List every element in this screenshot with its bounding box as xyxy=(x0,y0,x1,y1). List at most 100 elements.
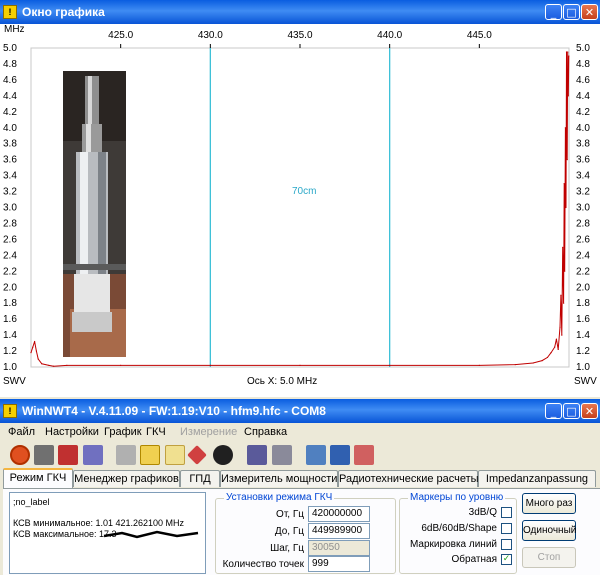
y-tick-label-right: 2.6 xyxy=(576,234,590,245)
y-tick-label-right: 3.2 xyxy=(576,187,590,198)
marker-6db-checkbox[interactable] xyxy=(501,523,512,534)
menu-measurement[interactable]: Измерение xyxy=(180,426,237,438)
swr-point xyxy=(32,346,34,348)
memo-line-swr-min: КСВ минимальное: 1.01 421.262100 MHz xyxy=(13,518,185,528)
from-hz-input[interactable]: 420000000 xyxy=(308,506,370,522)
swr-point xyxy=(562,246,564,248)
points-input[interactable]: 999 xyxy=(308,556,370,572)
y-tick-label-left: 2.0 xyxy=(3,282,17,293)
main-window-titlebar[interactable]: ! WinNWT4 - V.4.11.09 - FW:1.19:V10 - hf… xyxy=(0,399,600,423)
swr-point xyxy=(563,182,565,185)
save-icon[interactable] xyxy=(330,445,350,465)
results-memo[interactable]: ;no_label КСВ минимальное: 1.01 421.2621… xyxy=(9,492,206,574)
y-tick-label-right: 1.4 xyxy=(576,330,590,341)
menu-help[interactable]: Справка xyxy=(244,426,287,438)
envelope-icon[interactable] xyxy=(140,445,160,465)
y-tick-label-right: 4.6 xyxy=(576,75,590,86)
app-icon: ! xyxy=(3,404,17,418)
swr-point xyxy=(48,364,50,367)
tab-power-meter[interactable]: Измеритель мощности xyxy=(220,470,338,487)
y-tick-label-left: 2.8 xyxy=(3,218,17,229)
y-tick-label-right: 2.8 xyxy=(576,218,590,229)
left-axis-name: SWV xyxy=(3,376,26,387)
clear-icon[interactable] xyxy=(354,445,374,465)
probe-icon[interactable] xyxy=(187,445,207,465)
chart-a-icon[interactable] xyxy=(247,445,267,465)
minimize-button[interactable]: _ xyxy=(545,403,562,419)
swr-point xyxy=(559,326,561,328)
menu-bar: Файл Настройки График ГКЧ Измерение Спра… xyxy=(0,424,600,442)
redacted-scribble xyxy=(103,530,199,539)
main-window-title: WinNWT4 - V.4.11.09 - FW:1.19:V10 - hfm9… xyxy=(22,404,326,418)
minimize-icon: _ xyxy=(550,6,557,19)
close-icon: ✕ xyxy=(584,6,595,19)
printer-color-icon[interactable] xyxy=(58,445,78,465)
tab-sweep-mode[interactable]: Режим ГКЧ xyxy=(3,468,73,488)
y-tick-label-left: 4.4 xyxy=(3,91,17,102)
marker-3db-checkbox[interactable] xyxy=(501,507,512,518)
swr-chart[interactable]: 425.0 430.0 435.0 440.0 445.0 5.0 4.8 4.6 4.4 4.… xyxy=(0,24,600,397)
y-tick-label-right: 3.8 xyxy=(576,139,590,150)
line-marking-checkbox[interactable] xyxy=(501,539,512,550)
swr-point xyxy=(35,350,37,352)
app-icon: ! xyxy=(3,5,17,19)
printer-icon[interactable] xyxy=(34,445,54,465)
y-tick-label-right: 2.4 xyxy=(576,250,590,261)
y-tick-label-left: 3.4 xyxy=(3,171,17,182)
y-tick-label-right: 3.4 xyxy=(576,171,590,182)
right-axis-name: SWV xyxy=(574,376,597,387)
single-sweep-button[interactable]: Одиночный xyxy=(522,520,576,541)
swr-point xyxy=(565,51,568,53)
swr-point xyxy=(555,338,558,340)
swr-point xyxy=(299,364,301,367)
checkmark-icon: ✓ xyxy=(502,554,511,564)
to-hz-input[interactable]: 449989900 xyxy=(308,523,370,539)
y-tick-label-left: 1.8 xyxy=(3,298,17,309)
swr-point xyxy=(567,95,569,97)
tab-rf-calculations[interactable]: Радиотехнические расчеты xyxy=(338,470,479,487)
swr-point xyxy=(561,334,563,336)
menu-settings[interactable]: Настройки xyxy=(45,426,99,438)
open-icon[interactable] xyxy=(306,445,326,465)
tab-impedance-matching[interactable]: Impedanzanpassung xyxy=(478,470,596,487)
minimize-button[interactable]: _ xyxy=(545,4,562,20)
step-hz-input[interactable]: 30050 xyxy=(308,540,370,556)
maximize-button[interactable]: □ xyxy=(563,4,580,20)
stop-button[interactable]: Стоп xyxy=(522,547,576,568)
close-button[interactable]: ✕ xyxy=(581,403,598,419)
x-tick-label: 430.0 xyxy=(198,30,223,41)
x-tick-label: 440.0 xyxy=(377,30,402,41)
from-label: От, Гц xyxy=(276,509,304,520)
swr-point xyxy=(565,206,567,209)
menu-file[interactable]: Файл xyxy=(8,426,35,438)
chart-b-icon[interactable] xyxy=(272,445,292,465)
line-marking-label: Маркировка линий xyxy=(409,539,497,550)
calculator-icon[interactable] xyxy=(83,445,103,465)
swr-point xyxy=(560,294,562,296)
reverse-label: Обратная xyxy=(451,554,498,565)
menu-graph[interactable]: График xyxy=(104,426,142,438)
memo-line-swr-max: КСВ максимальное: 17.3 xyxy=(13,529,117,539)
reverse-checkbox[interactable]: ✓ xyxy=(501,554,512,565)
power-icon[interactable] xyxy=(10,445,30,465)
tab-graph-manager[interactable]: Менеджер графиков xyxy=(73,470,180,487)
tools-icon[interactable] xyxy=(116,445,136,465)
graph-window-titlebar[interactable]: ! Окно графика _ □ ✕ xyxy=(0,0,600,24)
envelope-open-icon[interactable] xyxy=(165,445,185,465)
y-tick-label-left: 1.4 xyxy=(3,330,17,341)
penguin-icon[interactable] xyxy=(213,445,233,465)
swr-point xyxy=(478,364,480,367)
menu-sweep[interactable]: ГКЧ xyxy=(146,426,166,438)
swr-point xyxy=(389,364,391,367)
tab-vfo[interactable]: ГПД xyxy=(180,470,220,487)
marker-3db-label: 3dB/Q xyxy=(468,507,497,518)
multi-sweep-button[interactable]: Много раз xyxy=(522,493,576,514)
level-markers-title: Маркеры по уровню xyxy=(408,492,506,503)
maximize-button[interactable]: □ xyxy=(563,403,580,419)
y-tick-label-right: 3.0 xyxy=(576,203,590,214)
y-tick-label-right: 4.0 xyxy=(576,123,590,134)
y-tick-label-left: 3.8 xyxy=(3,139,17,150)
close-button[interactable]: ✕ xyxy=(581,4,598,20)
y-tick-label-left: 2.6 xyxy=(3,234,17,245)
y-tick-label-right: 1.2 xyxy=(576,346,590,357)
